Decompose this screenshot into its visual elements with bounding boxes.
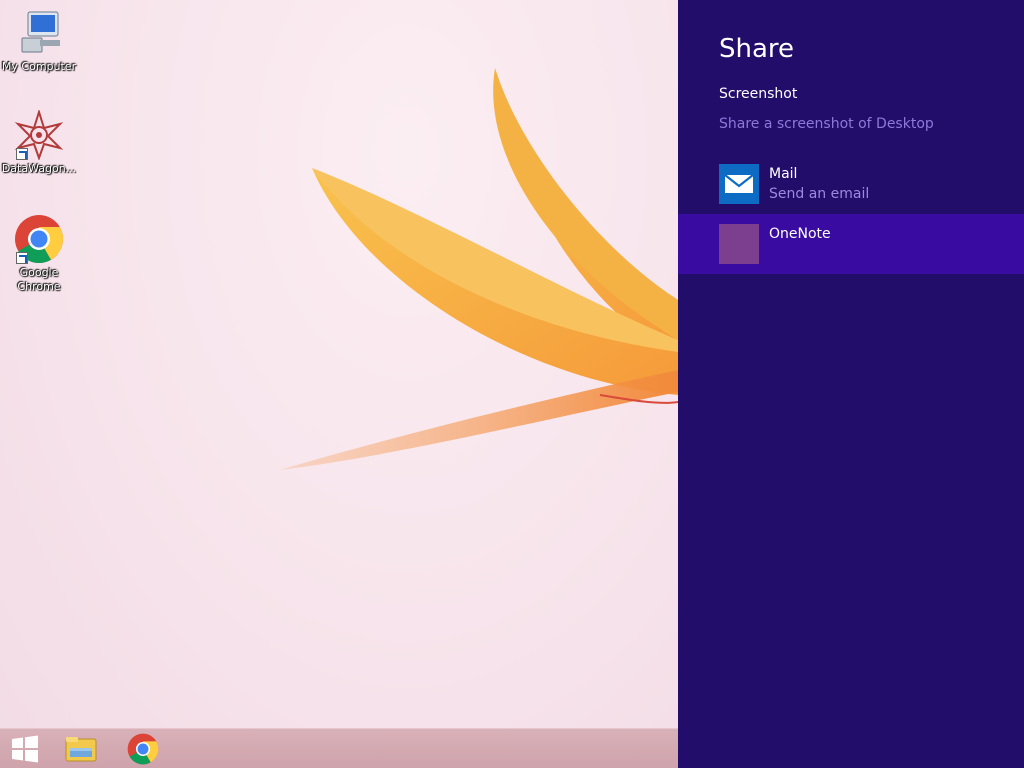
file-explorer-icon: [65, 737, 97, 762]
taskbar-chrome[interactable]: [118, 729, 168, 768]
shortcut-arrow-icon: [16, 252, 28, 264]
mail-tile: [719, 164, 759, 204]
share-target-detail: Send an email: [769, 186, 870, 202]
desktop-icon-datawagon[interactable]: DataWagon...: [0, 108, 78, 176]
mail-icon: [724, 174, 754, 193]
share-target-mail[interactable]: Mail Send an email: [678, 154, 1024, 214]
computer-icon: [14, 8, 64, 58]
shortcut-arrow-icon: [16, 148, 28, 160]
share-pane-title: Share: [719, 34, 795, 64]
desktop: My Computer DataWagon... Google Chrome: [0, 0, 678, 768]
start-button[interactable]: [0, 729, 50, 768]
share-pane-subtitle[interactable]: Screenshot: [719, 86, 797, 102]
desktop-icon-label: My Computer: [1, 60, 77, 73]
chrome-icon: [127, 733, 159, 765]
share-target-name: Mail: [769, 166, 798, 182]
datawagon-icon: [14, 108, 64, 161]
taskbar-file-explorer[interactable]: [56, 729, 106, 768]
chrome-icon: [14, 214, 64, 264]
share-pane-description: Share a screenshot of Desktop: [719, 116, 934, 132]
share-target-name: OneNote: [769, 226, 831, 242]
windows-start-icon: [12, 735, 38, 763]
share-target-onenote[interactable]: OneNote: [678, 214, 1024, 274]
wallpaper-flower: [280, 68, 678, 470]
desktop-icon-label: Google Chrome: [17, 266, 61, 293]
taskbar: [0, 728, 678, 768]
desktop-icon-my-computer[interactable]: My Computer: [0, 8, 78, 74]
share-charm-pane: Share Screenshot Share a screenshot of D…: [678, 0, 1024, 768]
desktop-icon-label: DataWagon...: [1, 162, 77, 175]
onenote-icon: [719, 224, 759, 264]
desktop-icon-google-chrome[interactable]: Google Chrome: [0, 214, 78, 294]
